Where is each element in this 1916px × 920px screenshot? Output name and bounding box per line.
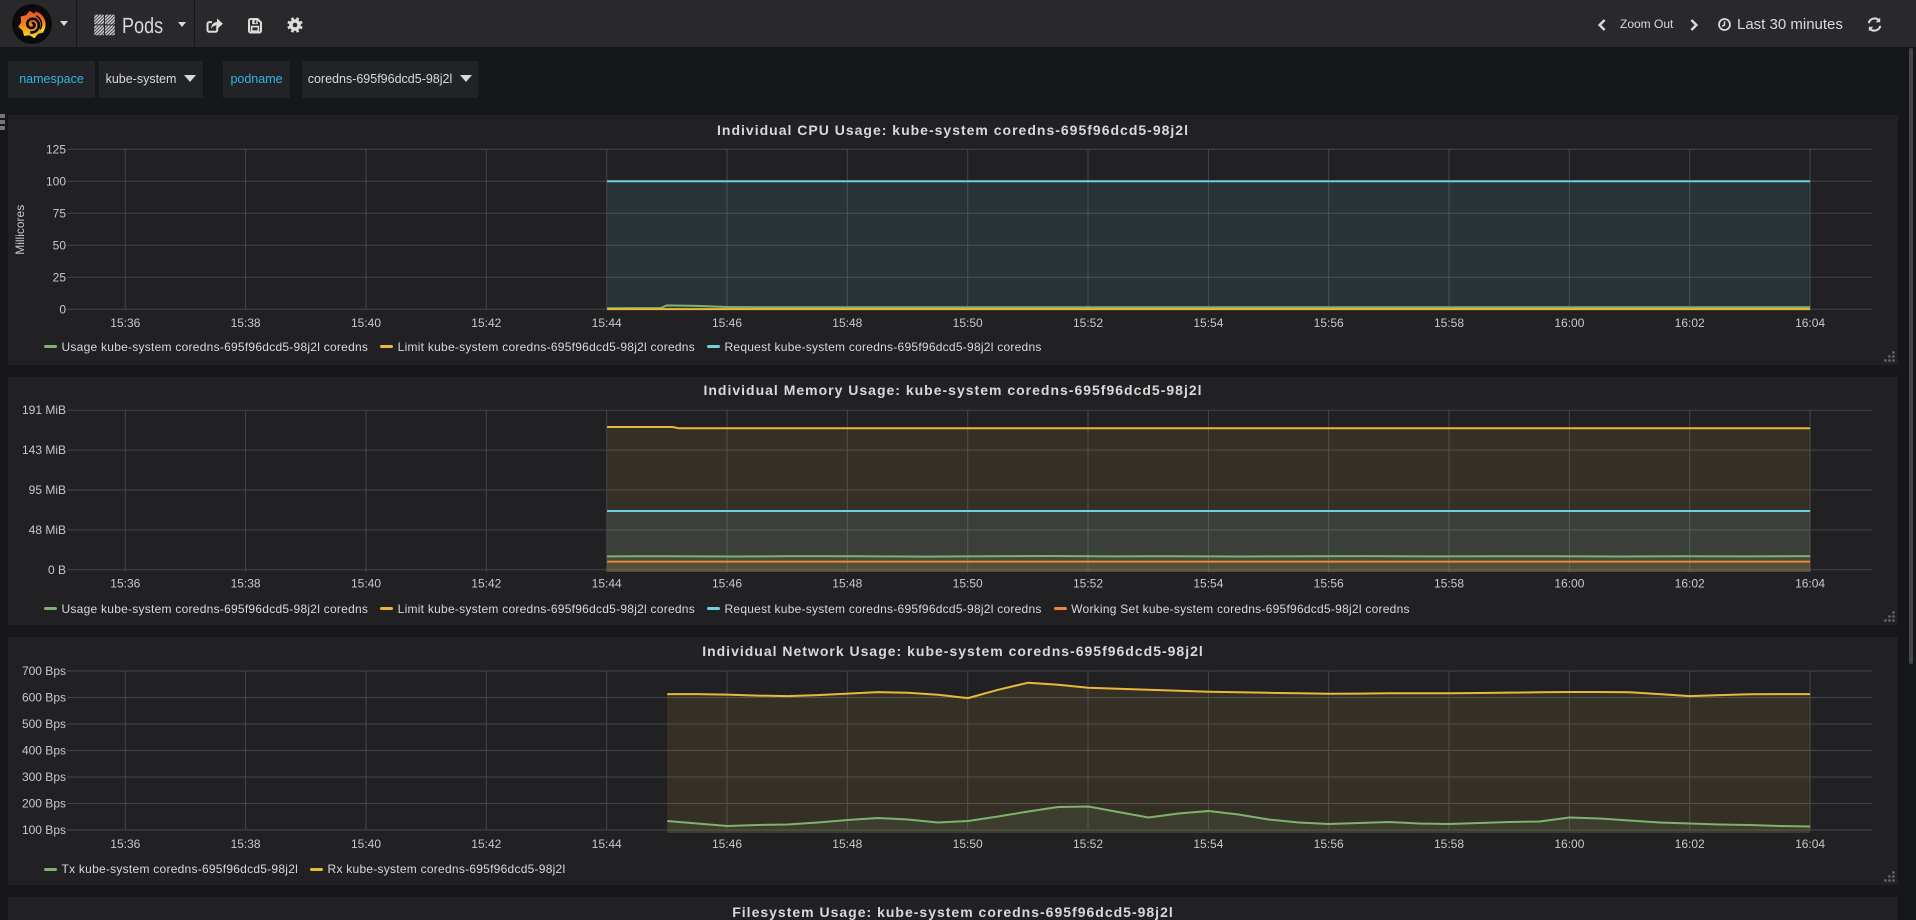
svg-text:15:42: 15:42 bbox=[471, 837, 501, 851]
svg-text:16:04: 16:04 bbox=[1795, 577, 1825, 591]
svg-text:15:36: 15:36 bbox=[110, 316, 140, 330]
svg-text:15:40: 15:40 bbox=[351, 837, 381, 851]
svg-text:15:38: 15:38 bbox=[231, 577, 261, 591]
svg-text:15:58: 15:58 bbox=[1434, 837, 1464, 851]
svg-text:15:48: 15:48 bbox=[832, 577, 862, 591]
svg-text:15:52: 15:52 bbox=[1073, 577, 1103, 591]
svg-text:15:36: 15:36 bbox=[110, 577, 140, 591]
svg-text:16:00: 16:00 bbox=[1554, 577, 1584, 591]
svg-text:143 MiB: 143 MiB bbox=[22, 443, 66, 457]
svg-text:15:44: 15:44 bbox=[592, 316, 622, 330]
svg-text:15:46: 15:46 bbox=[712, 837, 742, 851]
svg-text:50: 50 bbox=[53, 238, 67, 252]
svg-text:16:00: 16:00 bbox=[1554, 316, 1584, 330]
svg-text:15:38: 15:38 bbox=[231, 316, 261, 330]
svg-text:15:48: 15:48 bbox=[832, 316, 862, 330]
svg-text:95 MiB: 95 MiB bbox=[29, 483, 66, 497]
svg-text:700 Bps: 700 Bps bbox=[22, 664, 66, 678]
svg-text:125: 125 bbox=[46, 142, 66, 156]
svg-text:15:48: 15:48 bbox=[832, 837, 862, 851]
svg-text:15:46: 15:46 bbox=[712, 316, 742, 330]
svg-text:15:50: 15:50 bbox=[953, 837, 983, 851]
svg-text:300 Bps: 300 Bps bbox=[22, 770, 66, 784]
svg-text:15:56: 15:56 bbox=[1314, 316, 1344, 330]
svg-text:15:42: 15:42 bbox=[471, 577, 501, 591]
svg-text:15:40: 15:40 bbox=[351, 577, 381, 591]
svg-text:15:42: 15:42 bbox=[471, 316, 501, 330]
svg-text:200 Bps: 200 Bps bbox=[22, 797, 66, 811]
svg-text:15:58: 15:58 bbox=[1434, 316, 1464, 330]
svg-text:75: 75 bbox=[53, 206, 67, 220]
svg-text:15:58: 15:58 bbox=[1434, 577, 1464, 591]
svg-text:15:38: 15:38 bbox=[231, 837, 261, 851]
svg-text:15:46: 15:46 bbox=[712, 577, 742, 591]
svg-text:600 Bps: 600 Bps bbox=[22, 691, 66, 705]
svg-text:15:44: 15:44 bbox=[592, 577, 622, 591]
svg-text:15:54: 15:54 bbox=[1193, 577, 1223, 591]
svg-text:48 MiB: 48 MiB bbox=[29, 523, 66, 537]
svg-text:16:02: 16:02 bbox=[1675, 316, 1705, 330]
svg-text:15:50: 15:50 bbox=[953, 577, 983, 591]
svg-text:100 Bps: 100 Bps bbox=[22, 823, 66, 837]
svg-text:16:00: 16:00 bbox=[1554, 837, 1584, 851]
svg-text:0 B: 0 B bbox=[48, 563, 66, 577]
svg-text:16:04: 16:04 bbox=[1795, 316, 1825, 330]
svg-text:15:40: 15:40 bbox=[351, 316, 381, 330]
svg-text:15:52: 15:52 bbox=[1073, 316, 1103, 330]
svg-text:15:44: 15:44 bbox=[592, 837, 622, 851]
svg-text:25: 25 bbox=[53, 270, 67, 284]
svg-text:Millicores: Millicores bbox=[13, 204, 27, 254]
svg-text:16:02: 16:02 bbox=[1675, 577, 1705, 591]
svg-text:16:04: 16:04 bbox=[1795, 837, 1825, 851]
svg-text:15:50: 15:50 bbox=[953, 316, 983, 330]
svg-text:15:56: 15:56 bbox=[1314, 837, 1344, 851]
svg-text:400 Bps: 400 Bps bbox=[22, 744, 66, 758]
svg-text:15:56: 15:56 bbox=[1314, 577, 1344, 591]
svg-text:15:52: 15:52 bbox=[1073, 837, 1103, 851]
svg-text:15:54: 15:54 bbox=[1193, 316, 1223, 330]
svg-text:0: 0 bbox=[59, 302, 66, 316]
svg-text:191 MiB: 191 MiB bbox=[22, 403, 66, 417]
svg-text:15:36: 15:36 bbox=[110, 837, 140, 851]
svg-text:15:54: 15:54 bbox=[1193, 837, 1223, 851]
svg-text:16:02: 16:02 bbox=[1675, 837, 1705, 851]
svg-text:100: 100 bbox=[46, 174, 66, 188]
svg-text:500 Bps: 500 Bps bbox=[22, 717, 66, 731]
